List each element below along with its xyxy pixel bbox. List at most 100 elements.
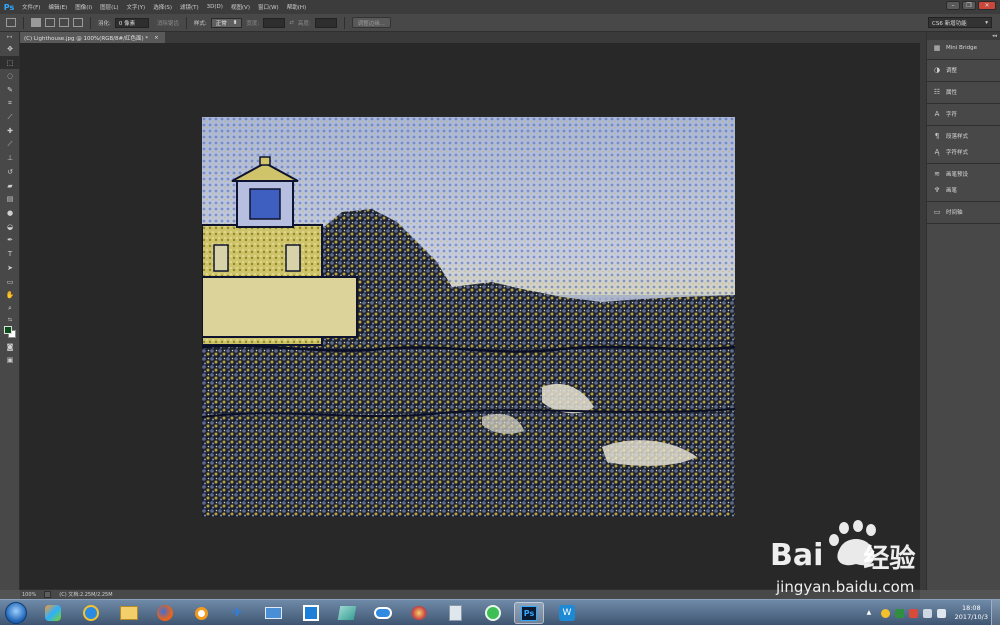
brush-tool-icon[interactable]: ⟋ xyxy=(0,138,20,152)
taskbar-app-calculator[interactable] xyxy=(440,602,470,624)
close-icon[interactable]: × xyxy=(154,35,159,41)
canvas-area[interactable] xyxy=(20,43,920,589)
workspace-select[interactable]: CS6 新增功能 ▾ xyxy=(928,17,992,28)
divider xyxy=(343,16,345,29)
clone-stamp-tool-icon[interactable]: ⊥ xyxy=(0,152,20,166)
panel-button-character-style[interactable]: Ą 字符样式 xyxy=(927,144,1000,160)
quick-mask-icon[interactable]: ◙ xyxy=(0,340,20,354)
panel-button-properties[interactable]: ☷ 属性 xyxy=(927,84,1000,100)
taskbar-app-baidu-netdisk[interactable] xyxy=(368,602,398,624)
zoom-tool-icon[interactable]: ⌕ xyxy=(0,302,20,316)
add-selection-icon[interactable] xyxy=(45,18,55,27)
tray-security-icon[interactable] xyxy=(894,608,904,618)
menu-filter[interactable]: 滤镜(T) xyxy=(176,3,203,11)
taskbar-app-wps[interactable]: W xyxy=(552,602,582,624)
menu-window[interactable]: 窗口(W) xyxy=(254,3,283,11)
taskbar-app-grid[interactable] xyxy=(296,602,326,624)
status-menu-button[interactable] xyxy=(44,591,52,598)
width-label: 宽度: xyxy=(246,20,260,27)
menu-file[interactable]: 文件(F) xyxy=(18,3,44,11)
tray-arrow-icon[interactable]: ▲ xyxy=(867,609,876,618)
shape-tool-icon[interactable]: ▭ xyxy=(0,275,20,289)
feather-input[interactable]: 0 像素 xyxy=(114,17,149,28)
taskbar-app-firefox[interactable] xyxy=(150,602,180,624)
width-input[interactable] xyxy=(263,17,286,28)
dodge-tool-icon[interactable]: ◒ xyxy=(0,220,20,234)
blur-tool-icon[interactable]: ● xyxy=(0,206,20,220)
divider xyxy=(927,220,1000,224)
hand-tool-icon[interactable]: ✋ xyxy=(0,288,20,302)
lasso-tool-icon[interactable]: ◌ xyxy=(0,69,20,83)
panel-button-label: 字符 xyxy=(946,112,958,118)
menu-layer[interactable]: 图层(L) xyxy=(96,3,122,11)
tray-app-icon[interactable] xyxy=(880,608,890,618)
menu-3d[interactable]: 3D(D) xyxy=(203,4,227,10)
restore-button[interactable]: ❐ xyxy=(962,1,976,10)
menu-type[interactable]: 文字(Y) xyxy=(123,3,150,11)
intersect-selection-icon[interactable] xyxy=(73,18,83,27)
marquee-tool-icon[interactable]: ⬚ xyxy=(0,55,20,70)
taskbar-app-search[interactable] xyxy=(186,602,216,624)
pen-tool-icon[interactable]: ✒ xyxy=(0,234,20,248)
path-select-tool-icon[interactable]: ➤ xyxy=(0,261,20,275)
bridge-icon: ▦ xyxy=(933,44,941,52)
tray-flag-icon[interactable] xyxy=(908,608,918,618)
style-label: 样式: xyxy=(193,20,207,27)
panel-button-adjustments[interactable]: ◑ 调整 xyxy=(927,62,1000,78)
taskbar-app-ie[interactable] xyxy=(76,602,106,624)
document-tab[interactable]: (C) Lighthouse.jpg @ 100%(RGB/8#/红色面) * … xyxy=(20,32,165,43)
gradient-tool-icon[interactable]: ▤ xyxy=(0,193,20,207)
close-button[interactable]: ✕ xyxy=(978,1,996,10)
type-tool-icon[interactable]: T xyxy=(0,247,20,261)
swap-icon[interactable]: ⇄ xyxy=(289,20,294,26)
menu-image[interactable]: 图像(I) xyxy=(71,3,96,11)
healing-brush-tool-icon[interactable]: ✚ xyxy=(0,124,20,138)
taskbar-app-paint[interactable] xyxy=(404,602,434,624)
taskbar-app-monitor[interactable] xyxy=(258,602,288,624)
tray-network-icon[interactable] xyxy=(922,608,932,618)
eraser-tool-icon[interactable]: ▰ xyxy=(0,179,20,193)
quick-select-tool-icon[interactable]: ✎ xyxy=(0,83,20,97)
height-label: 高度: xyxy=(297,20,311,27)
panel-button-bridge[interactable]: ▦ Mini Bridge xyxy=(927,40,1000,56)
show-desktop-button[interactable] xyxy=(991,600,1000,625)
start-button[interactable] xyxy=(5,602,27,624)
taskbar-app-photoshop[interactable]: Ps xyxy=(514,602,544,624)
menu-help[interactable]: 帮助(H) xyxy=(283,3,310,11)
panel-grip-icon[interactable]: ▸◂ xyxy=(0,32,19,42)
panel-button-brush-presets[interactable]: ≋ 画笔预设 xyxy=(927,166,1000,182)
panel-button-brush[interactable]: ♆ 画笔 xyxy=(927,182,1000,198)
brush-icon: ♆ xyxy=(933,186,941,194)
refine-edge-button[interactable]: 调整边缘... xyxy=(351,17,391,28)
style-select[interactable]: 正常 ⬍ xyxy=(210,17,243,28)
foreground-color-swatch[interactable] xyxy=(4,325,12,334)
panel-button-paragraph-style[interactable]: ¶ 段落样式 xyxy=(927,128,1000,144)
antialias-checkbox[interactable]: 消除锯齿 xyxy=(157,19,179,27)
subtract-selection-icon[interactable] xyxy=(59,18,69,27)
tray-volume-icon[interactable] xyxy=(936,608,946,618)
minimize-button[interactable]: – xyxy=(946,1,960,10)
taskbar-app-browser[interactable] xyxy=(478,602,508,624)
taskbar-app-bird[interactable]: ✈ xyxy=(222,602,252,624)
crop-tool-icon[interactable]: ⌗ xyxy=(0,97,20,111)
move-tool-icon[interactable]: ✥ xyxy=(0,42,20,56)
screen-mode-icon[interactable]: ▣ xyxy=(0,353,20,367)
panel-button-character[interactable]: A 字符 xyxy=(927,106,1000,122)
new-selection-icon[interactable] xyxy=(31,18,41,27)
taskbar-app-box[interactable] xyxy=(332,602,362,624)
panel-button-timeline[interactable]: ▭ 时间轴 xyxy=(927,204,1000,220)
eyedropper-tool-icon[interactable]: ⟋ xyxy=(0,110,20,124)
zoom-level[interactable]: 100% xyxy=(22,592,36,598)
system-clock[interactable]: 18:08 2017/10/3 xyxy=(955,604,988,622)
menu-select[interactable]: 选择(S) xyxy=(149,3,176,11)
height-input[interactable] xyxy=(314,17,337,28)
taskbar-app-photo[interactable] xyxy=(38,602,68,624)
dock-collapse-button[interactable]: ◂◂ xyxy=(927,32,1000,40)
marquee-preset-icon[interactable] xyxy=(6,18,16,27)
menu-edit[interactable]: 编辑(E) xyxy=(44,3,71,11)
menu-view[interactable]: 视图(V) xyxy=(227,3,254,11)
lighthouse-image[interactable] xyxy=(202,117,735,517)
history-brush-tool-icon[interactable]: ↺ xyxy=(0,165,20,179)
default-colors-icon[interactable]: ⇆ xyxy=(0,316,20,324)
taskbar-app-explorer[interactable] xyxy=(114,602,144,624)
